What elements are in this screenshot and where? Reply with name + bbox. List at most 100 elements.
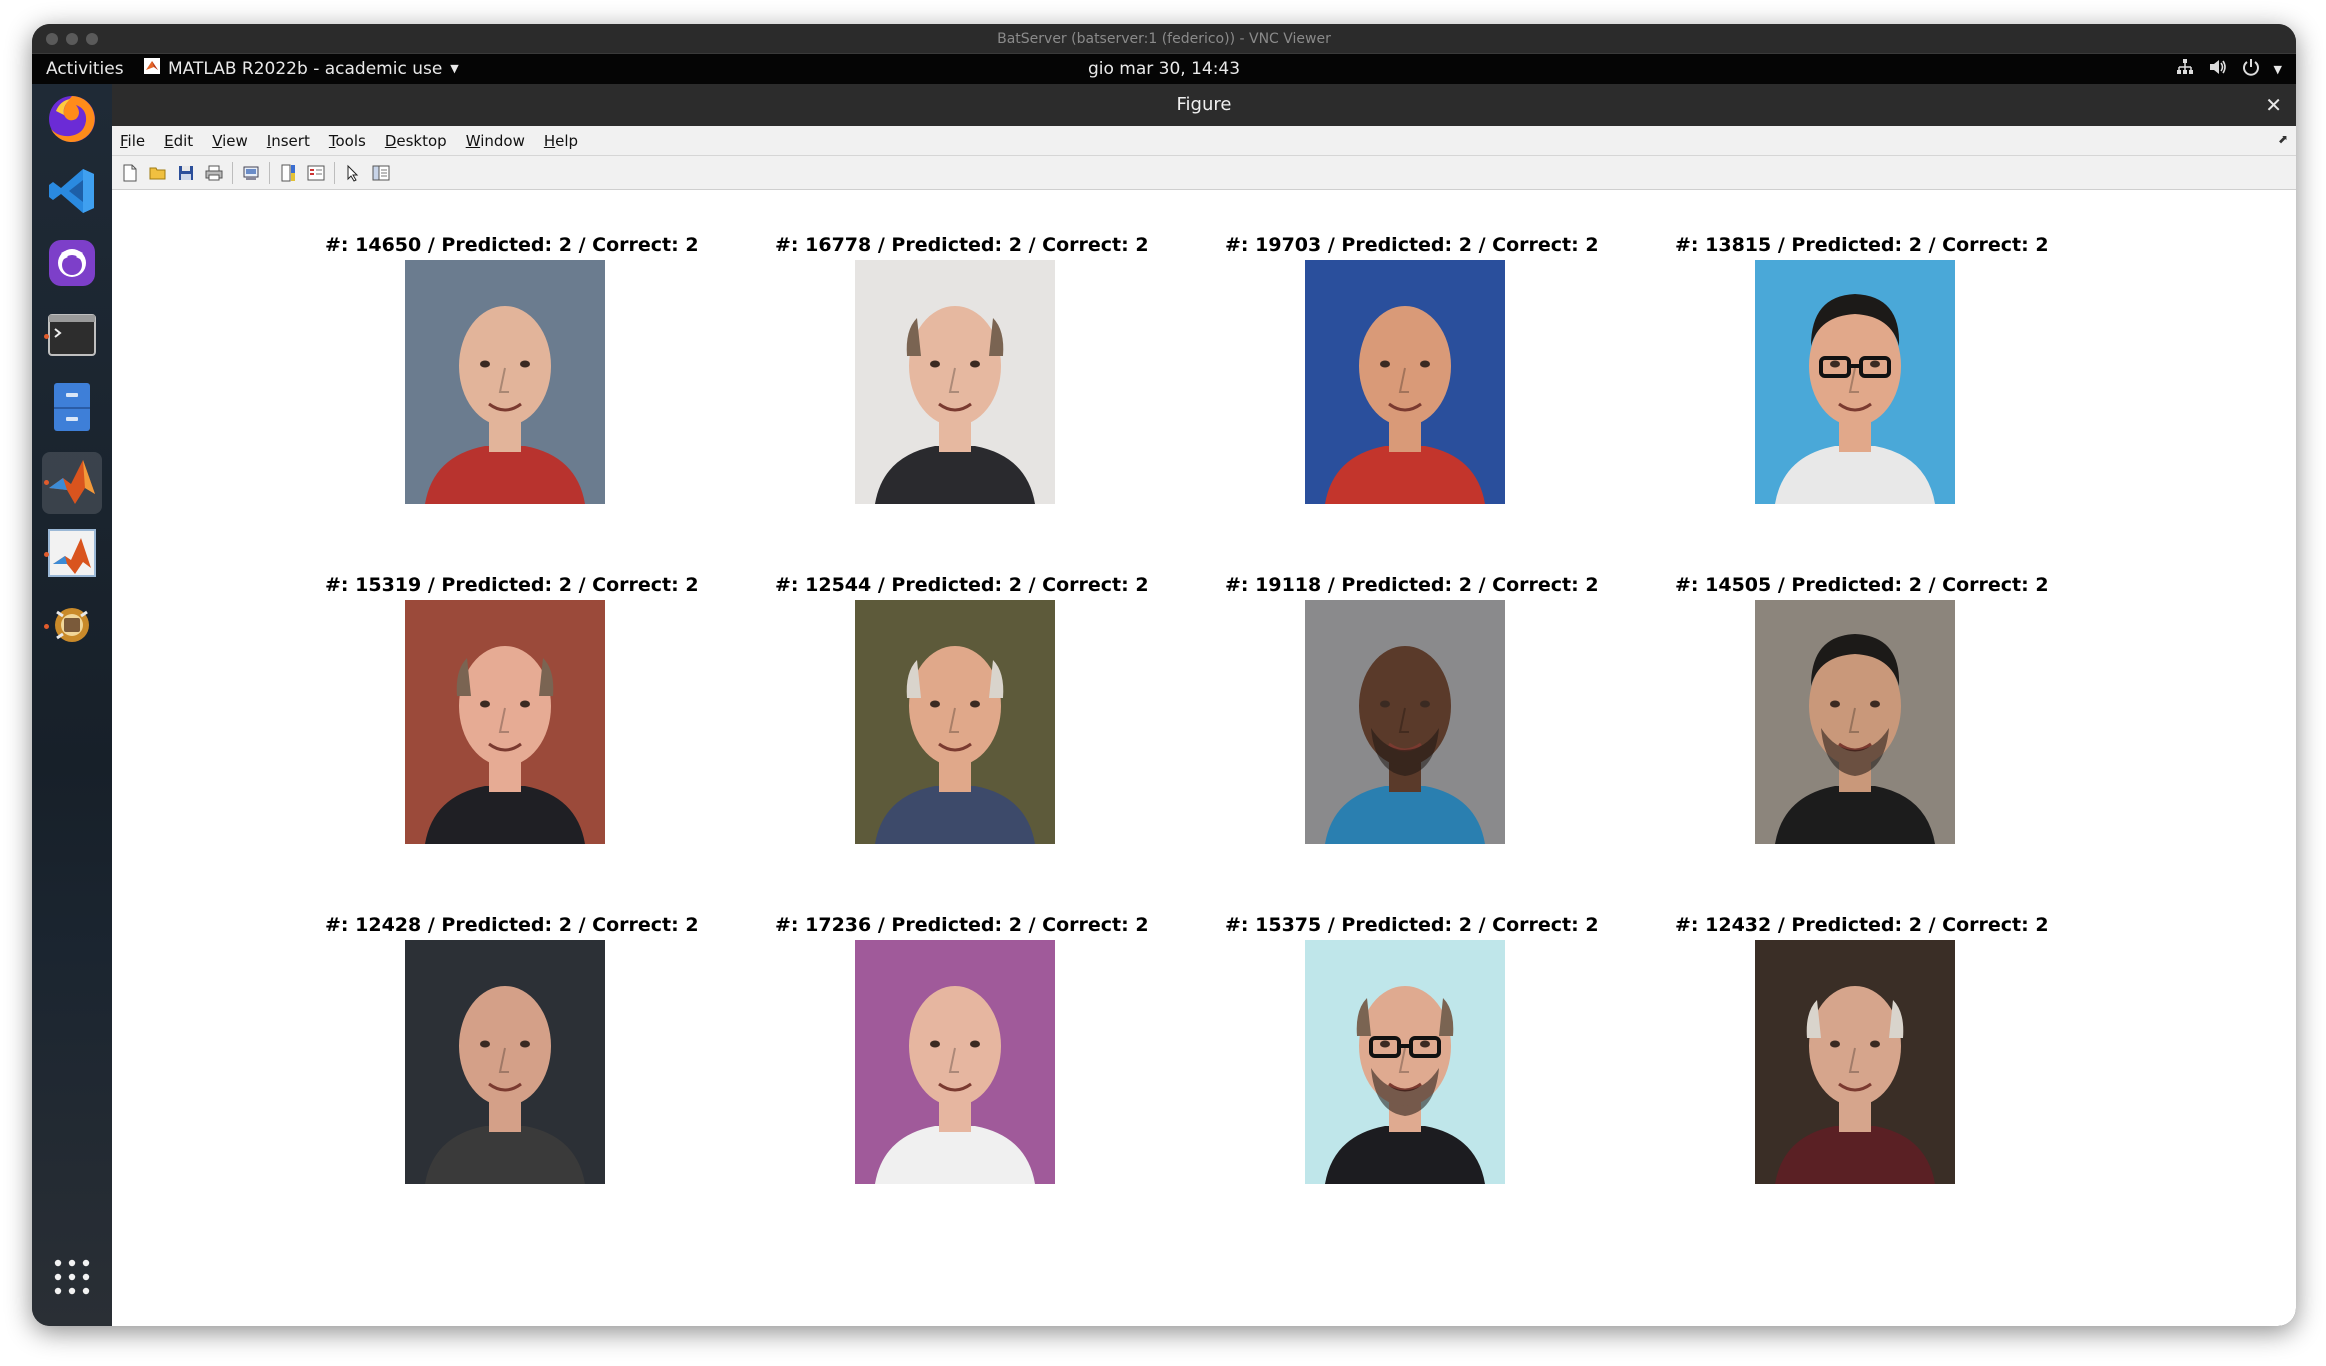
subplot-panel: #: 16778 / Predicted: 2 / Correct: 2 [775,234,1149,504]
network-icon[interactable] [2176,58,2194,81]
subplot-panel: #: 19703 / Predicted: 2 / Correct: 2 [1225,234,1599,504]
print-preview-icon[interactable] [239,161,263,185]
firefox-icon [46,93,98,149]
menu-desktop[interactable]: Desktop [385,132,447,150]
print-icon[interactable] [202,161,226,185]
app-menu[interactable]: MATLAB R2022b - academic use ▼ [144,54,459,84]
dock-item-package[interactable] [42,596,102,658]
subplot-title: #: 14650 / Predicted: 2 / Correct: 2 [325,234,699,256]
face-image [405,600,605,844]
vnc-titlebar: BatServer (batserver:1 (federico)) - VNC… [32,24,2296,54]
subplot-panel: #: 13815 / Predicted: 2 / Correct: 2 [1675,234,2049,504]
vnc-viewer-window: BatServer (batserver:1 (federico)) - VNC… [32,24,2296,1326]
open-file-icon[interactable] [146,161,170,185]
activities-button[interactable]: Activities [46,54,124,84]
new-figure-icon[interactable] [118,161,142,185]
close-icon[interactable]: ✕ [2265,84,2282,126]
face-image [1305,940,1505,1184]
vscode-icon [47,166,97,220]
subplot-title: #: 19118 / Predicted: 2 / Correct: 2 [1225,574,1599,596]
subplot-panel: #: 15375 / Predicted: 2 / Correct: 2 [1225,914,1599,1184]
subplot-title: #: 13815 / Predicted: 2 / Correct: 2 [1675,234,2049,256]
menu-window[interactable]: Window [466,132,525,150]
expand-toolstrip-icon[interactable]: ⬈ [2278,132,2288,146]
menu-tools[interactable]: Tools [329,132,366,150]
vnc-window-title: BatServer (batserver:1 (federico)) - VNC… [997,31,1331,47]
face-image [1755,600,1955,844]
colorbar-icon[interactable] [276,161,300,185]
toolbar-separator [269,161,270,184]
github-desktop-icon [47,238,97,292]
property-inspector-icon[interactable] [369,161,393,185]
dock-item-github-desktop[interactable] [42,234,102,296]
matlab-icon [45,454,99,512]
legend-icon[interactable] [304,161,328,185]
menu-file[interactable]: File [120,132,145,150]
subplot-title: #: 12428 / Predicted: 2 / Correct: 2 [325,914,699,936]
save-icon[interactable] [174,161,198,185]
running-indicator [44,552,49,557]
figure-menubar: File Edit View Insert Tools Desktop Wind… [112,126,2296,156]
menu-edit[interactable]: Edit [164,132,193,150]
matlab-figure-window: Figure ✕ File Edit View Insert Tools Des… [112,84,2296,1326]
subplot-title: #: 14505 / Predicted: 2 / Correct: 2 [1675,574,2049,596]
subplot-title: #: 17236 / Predicted: 2 / Correct: 2 [775,914,1149,936]
menu-view[interactable]: View [212,132,248,150]
file-cabinet-icon [50,381,94,437]
subplot-panel: #: 14650 / Predicted: 2 / Correct: 2 [325,234,699,504]
gnome-top-bar: Activities MATLAB R2022b - academic use … [32,54,2296,84]
face-image [855,940,1055,1184]
power-icon[interactable] [2242,58,2260,81]
figure-titlebar: Figure ✕ [112,84,2296,126]
dock-item-files[interactable] [42,378,102,440]
figure-title: Figure [1176,94,1232,115]
system-tray[interactable]: ▼ [2176,54,2282,84]
figure-toolbar [112,156,2296,190]
dock-item-firefox[interactable] [42,90,102,152]
package-icon [49,602,95,652]
dock-item-vscode[interactable] [42,162,102,224]
subplot-panel: #: 12432 / Predicted: 2 / Correct: 2 [1675,914,2049,1184]
face-image [1305,600,1505,844]
face-image [1755,940,1955,1184]
volume-icon[interactable] [2208,58,2228,81]
face-image [855,260,1055,504]
subplot-title: #: 16778 / Predicted: 2 / Correct: 2 [775,234,1149,256]
subplot-panel: #: 14505 / Predicted: 2 / Correct: 2 [1675,574,2049,844]
face-image [1305,260,1505,504]
running-indicator [44,624,49,629]
subplot-title: #: 15319 / Predicted: 2 / Correct: 2 [325,574,699,596]
subplot-grid: #: 14650 / Predicted: 2 / Correct: 2 #: … [112,190,2296,1326]
dock-item-matlab-2[interactable] [42,524,102,586]
subplot-panel: #: 12428 / Predicted: 2 / Correct: 2 [325,914,699,1184]
menu-help[interactable]: Help [544,132,578,150]
face-image [855,600,1055,844]
dock-item-matlab[interactable] [42,452,102,514]
app-menu-label: MATLAB R2022b - academic use [168,59,443,79]
dock-item-show-apps[interactable] [42,1248,102,1310]
subplot-title: #: 12544 / Predicted: 2 / Correct: 2 [775,574,1149,596]
subplot-panel: #: 17236 / Predicted: 2 / Correct: 2 [775,914,1149,1184]
face-image [405,260,605,504]
matlab-small-icon [144,54,160,84]
dropdown-arrow-icon[interactable]: ▼ [2274,63,2282,76]
clock-datetime[interactable]: gio mar 30, 14:43 [1088,59,1240,79]
running-indicator [44,480,49,485]
app-grid-icon [52,1257,92,1301]
face-image [405,940,605,1184]
subplot-title: #: 19703 / Predicted: 2 / Correct: 2 [1225,234,1599,256]
face-image [1755,260,1955,504]
subplot-panel: #: 19118 / Predicted: 2 / Correct: 2 [1225,574,1599,844]
pointer-icon[interactable] [341,161,365,185]
toolbar-separator [334,161,335,184]
terminal-icon [47,313,97,361]
toolbar-separator [232,161,233,184]
menu-insert[interactable]: Insert [267,132,310,150]
chevron-down-icon: ▼ [450,62,459,75]
subplot-title: #: 12432 / Predicted: 2 / Correct: 2 [1675,914,2049,936]
application-dock [32,84,112,1326]
subplot-panel: #: 12544 / Predicted: 2 / Correct: 2 [775,574,1149,844]
matlab-alt-icon [47,528,97,582]
subplot-panel: #: 15319 / Predicted: 2 / Correct: 2 [325,574,699,844]
dock-item-terminal[interactable] [42,306,102,368]
